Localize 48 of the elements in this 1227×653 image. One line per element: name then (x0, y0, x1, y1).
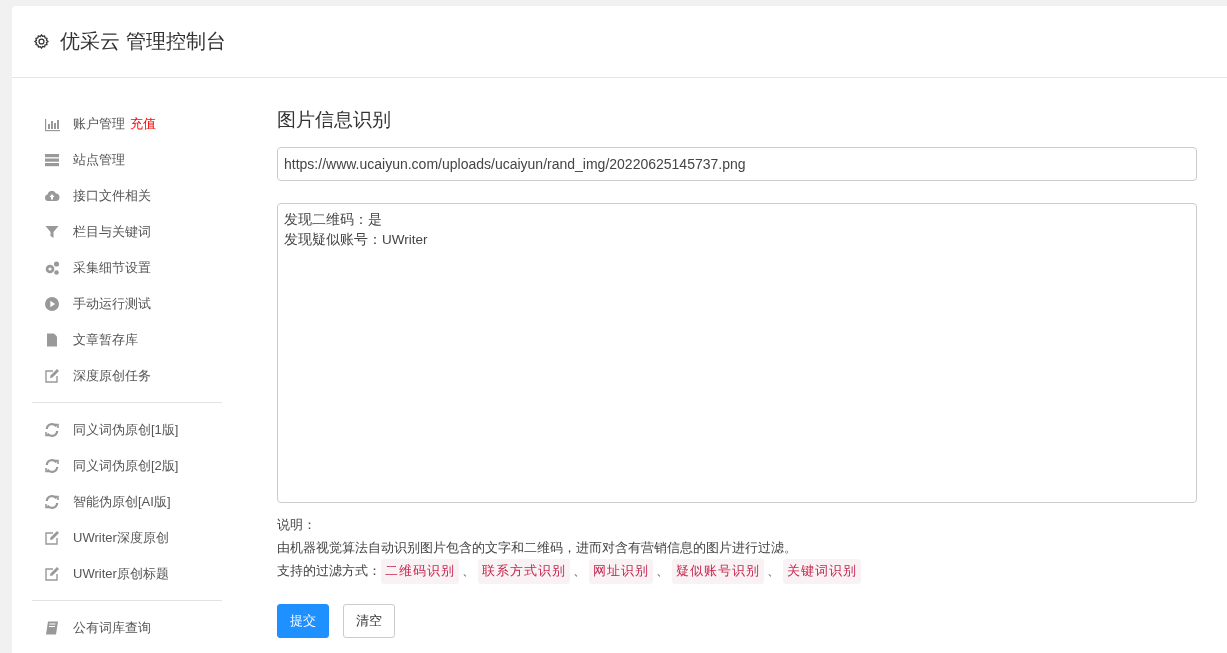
methods-label: 支持的过滤方式： (277, 563, 381, 580)
edit-icon (44, 566, 60, 582)
file-icon (44, 332, 60, 348)
sidebar-item[interactable]: 手动运行测试 (73, 295, 151, 313)
sidebar-item[interactable]: 文章暂存库 (73, 331, 138, 349)
sidebar-item[interactable]: 接口文件相关 (73, 187, 151, 205)
notes-heading: 说明： (277, 517, 317, 534)
section-title: 图片信息识别 (277, 108, 391, 132)
edit-icon (44, 530, 60, 546)
recharge-link[interactable]: 充值 (130, 115, 156, 133)
sidebar-item[interactable]: 账户管理 (73, 115, 125, 133)
separator: 、 (462, 563, 475, 580)
sidebar-item[interactable]: 智能伪原创[AI版] (73, 493, 171, 511)
method-tag: 联系方式识别 (478, 559, 570, 584)
separator: 、 (656, 563, 669, 580)
filter-icon (44, 224, 60, 240)
result-line: 发现疑似账号：UWriter (284, 231, 429, 249)
clear-button[interactable]: 清空 (343, 603, 395, 638)
settings-icon (33, 33, 50, 50)
refresh-icon (44, 458, 60, 474)
console-title: 优采云 管理控制台 (60, 29, 226, 54)
book-icon (44, 620, 60, 636)
sidebar-item[interactable]: 栏目与关键词 (73, 223, 151, 241)
result-area[interactable]: 发现二维码：是 发现疑似账号：UWriter (277, 203, 1197, 503)
separator: 、 (767, 563, 780, 580)
sidebar-item[interactable]: UWriter深度原创 (73, 529, 169, 547)
url-field[interactable]: https://www.ucaiyun.com/uploads/ucaiyun/rand_img/20220625145737.png (277, 147, 1197, 181)
result-line: 发现二维码：是 (284, 211, 383, 229)
sidebar-item[interactable]: 采集细节设置 (73, 259, 151, 277)
sidebar-item[interactable]: 同义词伪原创[1版] (73, 421, 179, 439)
method-tag: 关键词识别 (783, 559, 861, 584)
cloud-icon (44, 188, 60, 204)
play-icon (44, 296, 60, 312)
refresh-icon (44, 494, 60, 510)
method-tag: 网址识别 (589, 559, 653, 584)
method-tag: 二维码识别 (381, 559, 459, 584)
sidebar-item[interactable]: 同义词伪原创[2版] (73, 457, 179, 475)
refresh-icon (44, 422, 60, 438)
notes-description: 由机器视觉算法自动识别图片包含的文字和二维码，进而对含有营销信息的图片进行过滤。 (277, 539, 798, 557)
server-icon (44, 152, 60, 168)
sidebar-item[interactable]: 站点管理 (73, 151, 125, 169)
sidebar-item[interactable]: 公有词库查询 (73, 619, 151, 637)
edit-icon (44, 368, 60, 384)
separator: 、 (573, 563, 586, 580)
method-tag: 疑似账号识别 (672, 559, 764, 584)
sidebar-item[interactable]: 深度原创任务 (73, 367, 151, 385)
sidebar-item[interactable]: UWriter原创标题 (73, 565, 169, 583)
chart-icon (44, 116, 60, 132)
